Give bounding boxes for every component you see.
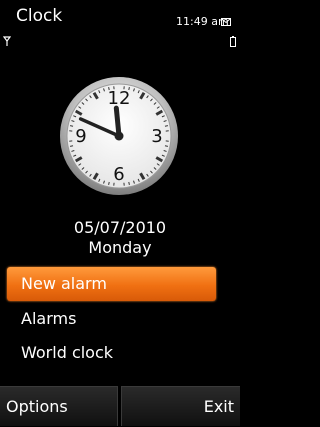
minute-tick [165,126,168,127]
numeral-9: 9 [75,126,86,147]
date-label: 05/07/2010 [0,218,240,238]
exit-softkey[interactable]: Exit [121,386,240,426]
day-label: Monday [0,238,240,258]
status-bar: Clock 11:49 am [0,0,240,50]
menu-item-alarms[interactable]: Alarms [7,302,216,336]
minute-tick [70,126,73,127]
analog-clock: 12 3 6 9 [59,76,179,196]
mail-icon [221,18,231,26]
minute-tick [165,146,168,147]
numeral-3: 3 [151,126,162,147]
minute-tick [70,146,73,147]
signal-icon [3,36,11,46]
numeral-6: 6 [113,164,124,185]
app-title: Clock [16,6,62,26]
options-softkey[interactable]: Options [0,386,118,426]
minute-tick [109,182,110,185]
menu-item-new-alarm[interactable]: New alarm [7,267,216,301]
numeral-12: 12 [108,88,131,109]
battery-icon [230,36,236,47]
minute-tick [129,182,130,185]
clock-center [115,132,124,141]
menu-item-world-clock[interactable]: World clock [7,336,216,370]
